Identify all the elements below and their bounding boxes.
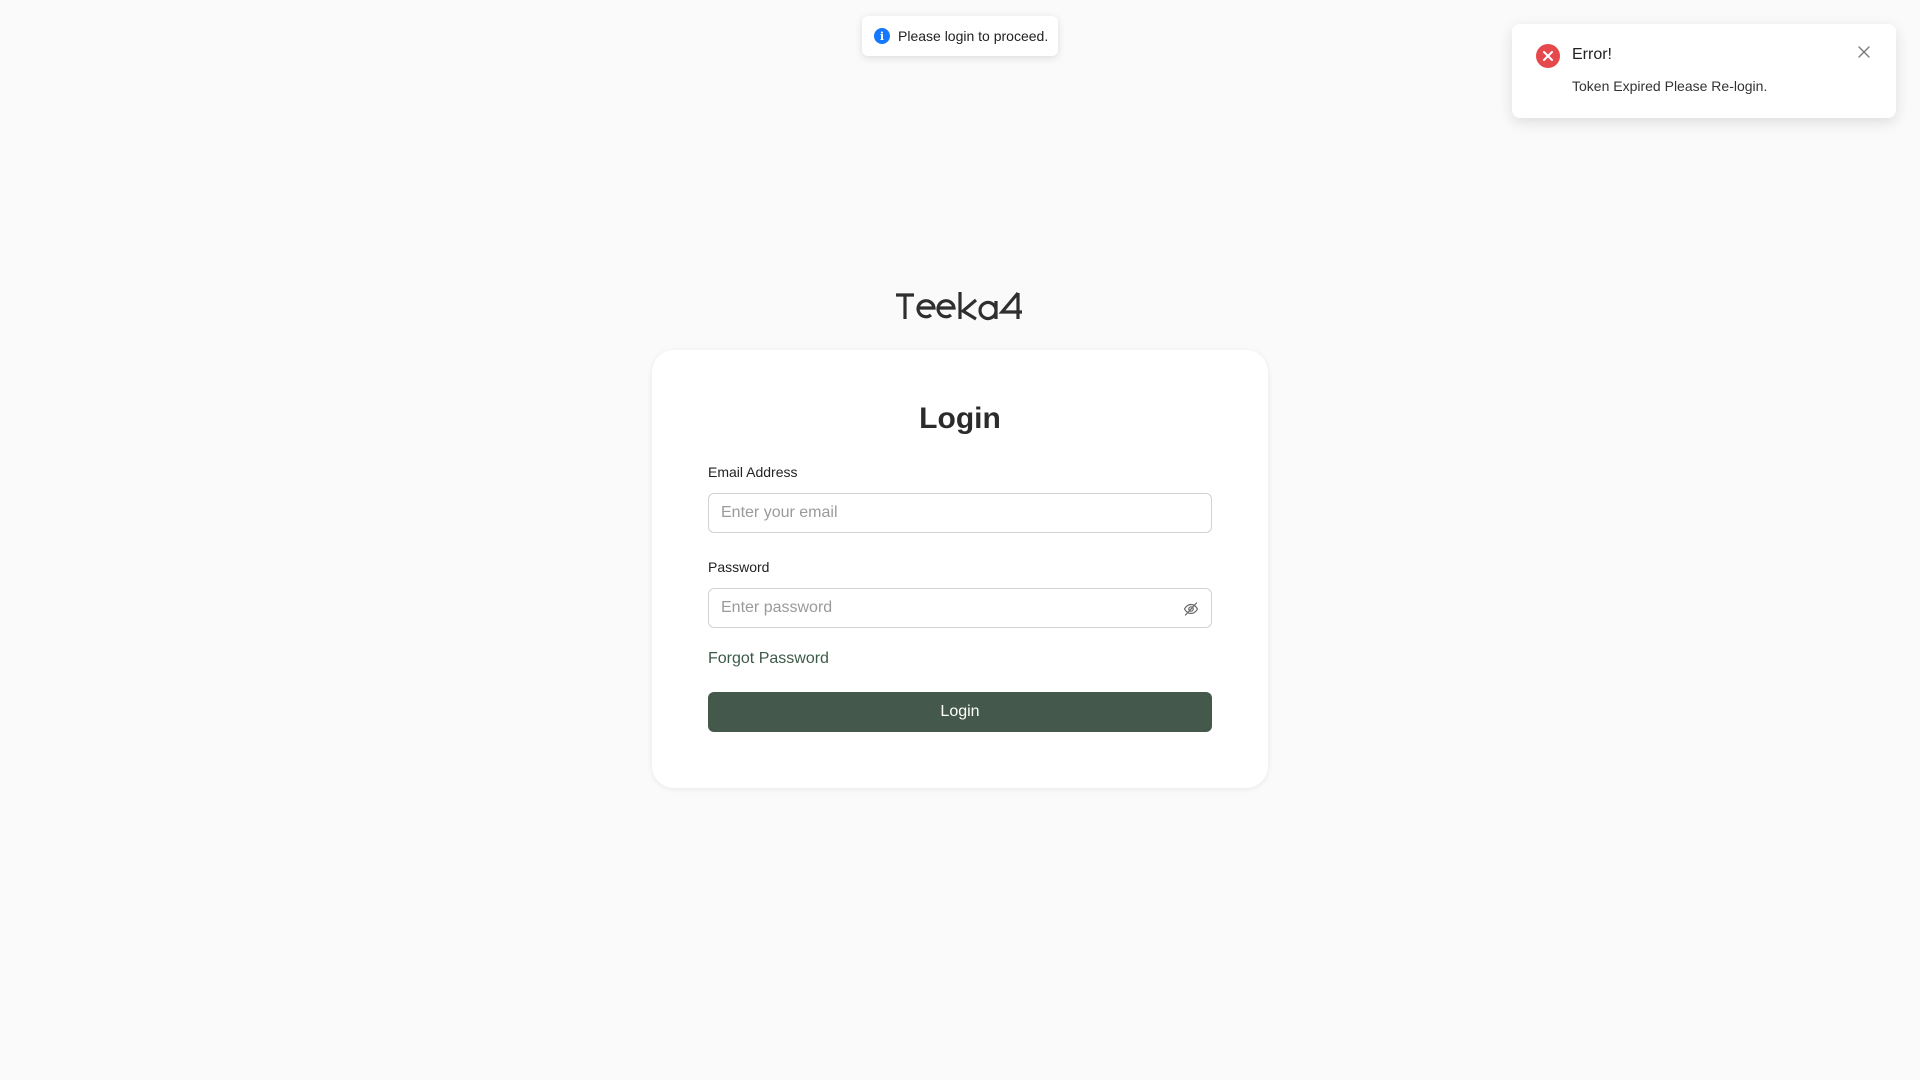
password-field[interactable]: [709, 589, 1211, 627]
info-toast-message: Please login to proceed.: [898, 28, 1049, 44]
password-field-wrapper: [708, 588, 1212, 628]
forgot-password-link[interactable]: Forgot Password: [708, 650, 829, 668]
email-label: Email Address: [708, 464, 798, 480]
teeka4-logo: [894, 288, 1024, 324]
logo-wordmark: [896, 291, 1022, 321]
password-label: Password: [708, 559, 770, 575]
error-message: Token Expired Please Re-login.: [1572, 78, 1768, 94]
close-icon[interactable]: [1854, 42, 1874, 62]
error-circle-icon: [1536, 44, 1560, 68]
login-card: Login Email Address Password Forgot Pass…: [652, 350, 1268, 788]
email-field[interactable]: [709, 494, 1211, 532]
email-field-wrapper: [708, 493, 1212, 533]
info-toast: i Please login to proceed.: [862, 16, 1058, 56]
eye-off-icon[interactable]: [1181, 599, 1201, 619]
info-circle-icon: i: [874, 28, 890, 44]
error-title: Error!: [1572, 46, 1612, 63]
login-button[interactable]: Login: [708, 692, 1212, 732]
login-title: Login: [919, 402, 1001, 435]
error-notification: Error! Token Expired Please Re-login.: [1512, 24, 1896, 118]
